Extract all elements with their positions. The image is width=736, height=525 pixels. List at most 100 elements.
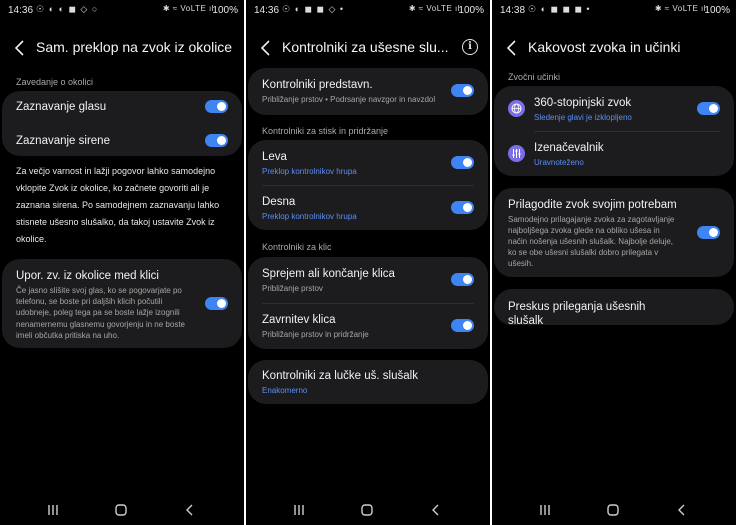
battery-level: 100%	[704, 5, 730, 16]
ambient-during-calls-toggle[interactable]	[205, 297, 228, 310]
back-arrow-icon[interactable]	[504, 38, 520, 58]
back-arrow-icon[interactable]	[258, 38, 274, 58]
adapt-sound-toggle[interactable]	[697, 226, 720, 239]
system-nav-bar	[492, 495, 736, 525]
status-time: 14:36	[8, 5, 34, 16]
home-icon[interactable]	[357, 501, 377, 519]
recent-apps-icon[interactable]	[535, 501, 555, 519]
ambient-during-calls-label: Upor. zv. iz okolice med klici	[16, 270, 159, 282]
media-controls-sub: Približanje prstov • Podrsanje navzgor i…	[262, 95, 436, 104]
app-bar: Sam. preklop na zvok iz okolice	[0, 36, 244, 62]
360-audio-toggle[interactable]	[697, 102, 720, 115]
lighting-controls-card[interactable]: Kontrolniki za lučke uš. slušalk Enakome…	[248, 360, 488, 404]
screen-ambient-sound: 14:36 ☉ ◐ ◐ ◼ ◇ ○ ✱ ≈ VoLTE ıl 100% Sam.…	[0, 0, 244, 525]
lighting-controls-label: Kontrolniki za lučke uš. slušalk	[262, 370, 418, 382]
status-bar: 14:36 ☉ ◐ ◐ ◼ ◇ ○ ✱ ≈ VoLTE ıl 100%	[0, 0, 244, 22]
360-audio-label: 360-stopinjski zvok	[534, 97, 632, 109]
360-audio-sub: Sledenje glavi je izklopljeno	[534, 113, 632, 122]
battery-level: 100%	[212, 5, 238, 16]
equalizer-icon	[508, 145, 525, 162]
adapt-sound-label: Prilagodite zvok svojim potrebam	[508, 199, 677, 211]
detection-card: Zaznavanje glasu Zaznavanje sirene	[2, 91, 242, 156]
section-header: Kontrolniki za klic	[262, 242, 332, 252]
answer-end-call-row[interactable]: Sprejem ali končanje klica Približanje p…	[262, 267, 434, 294]
equalizer-label: Izenačevalnik	[534, 142, 604, 154]
section-header: Kontrolniki za stisk in pridržanje	[262, 126, 389, 136]
recent-apps-icon[interactable]	[289, 501, 309, 519]
status-time: 14:38	[500, 5, 526, 16]
answer-end-call-label: Sprejem ali končanje klica	[262, 268, 395, 280]
siren-detection-toggle[interactable]	[205, 134, 228, 147]
voice-detection-row[interactable]: Zaznavanje glasu	[16, 100, 188, 114]
signal-icons: ✱ ≈ VoLTE ıl	[654, 4, 706, 13]
equalizer-row[interactable]: Izenačevalnik Uravnoteženo	[534, 141, 680, 168]
fit-test-row[interactable]: Preskus prileganja ušesnih slušalk	[508, 300, 680, 328]
ambient-during-calls-row[interactable]: Upor. zv. iz okolice med klici Če jasno …	[16, 269, 188, 341]
status-time: 14:36	[254, 5, 280, 16]
decline-call-toggle[interactable]	[451, 319, 474, 332]
voice-detection-label: Zaznavanje glasu	[16, 101, 107, 113]
decline-call-row[interactable]: Zavrnitev klica Približanje prstov in pr…	[262, 313, 434, 340]
adapt-sound-desc: Samodejno prilagajanje zvoka za zagotavl…	[508, 215, 675, 268]
recent-apps-icon[interactable]	[43, 501, 63, 519]
signal-icons: ✱ ≈ VoLTE ıl	[408, 4, 460, 13]
system-nav-bar	[0, 495, 244, 525]
ambient-during-calls-desc: Če jasno slišite svoj glas, ko se pogova…	[16, 286, 185, 340]
notification-icons: ☉ ◐ ◐ ◼ ◇ ○	[36, 4, 99, 14]
left-earbud-sub: Preklop kontrolnikov hrupa	[262, 167, 357, 176]
home-icon[interactable]	[603, 501, 623, 519]
divider	[534, 131, 720, 132]
decline-call-sub: Približanje prstov in pridržanje	[262, 330, 369, 339]
nav-back-icon[interactable]	[672, 501, 692, 519]
call-controls-card: Sprejem ali končanje klica Približanje p…	[248, 257, 488, 349]
360-audio-row[interactable]: 360-stopinjski zvok Sledenje glavi je iz…	[534, 96, 680, 123]
media-controls-toggle[interactable]	[451, 84, 474, 97]
nav-back-icon[interactable]	[180, 501, 200, 519]
divider	[262, 185, 474, 186]
info-icon[interactable]: i	[462, 39, 478, 55]
screen-earbud-controls: 14:36 ☉ ◐ ◼ ◼ ◇ • ✱ ≈ VoLTE ıl 100% Kont…	[246, 0, 490, 525]
fit-test-label: Preskus prileganja ušesnih slušalk	[508, 301, 646, 327]
lighting-controls-row[interactable]: Kontrolniki za lučke uš. slušalk Enakome…	[262, 369, 434, 396]
home-icon[interactable]	[111, 501, 131, 519]
page-title: Sam. preklop na zvok iz okolice	[36, 39, 233, 55]
app-bar: Kakovost zvoka in učinki	[492, 36, 736, 62]
page-title: Kontrolniki za ušesne slu...	[282, 39, 449, 55]
status-bar: 14:38 ☉ ◐ ◼ ◼ ◼ • ✱ ≈ VoLTE ıl 100%	[492, 0, 736, 22]
answer-end-call-sub: Približanje prstov	[262, 284, 323, 293]
fit-test-card[interactable]: Preskus prileganja ušesnih slušalk	[494, 289, 734, 328]
divider	[262, 303, 474, 304]
right-earbud-sub: Preklop kontrolnikov hrupa	[262, 212, 357, 221]
siren-detection-row[interactable]: Zaznavanje sirene	[16, 134, 188, 148]
media-controls-row[interactable]: Kontrolniki predstavn. Približanje prsto…	[262, 78, 440, 105]
equalizer-sub: Uravnoteženo	[534, 158, 584, 167]
section-header: Zvočni učinki	[508, 72, 561, 82]
calls-card: Upor. zv. iz okolice med klici Če jasno …	[2, 259, 242, 348]
adapt-sound-row[interactable]: Prilagodite zvok svojim potrebam Samodej…	[508, 198, 680, 269]
notification-icons: ☉ ◐ ◼ ◼ ◇ •	[282, 4, 345, 14]
page-title: Kakovost zvoka in učinki	[528, 39, 681, 55]
battery-level: 100%	[458, 5, 484, 16]
press-hold-card: Leva Preklop kontrolnikov hrupa Desna Pr…	[248, 140, 488, 230]
right-earbud-toggle[interactable]	[451, 201, 474, 214]
lighting-controls-sub: Enakomerno	[262, 386, 308, 395]
voice-detection-toggle[interactable]	[205, 100, 228, 113]
360-audio-icon	[508, 100, 525, 117]
left-earbud-label: Leva	[262, 151, 287, 163]
siren-detection-label: Zaznavanje sirene	[16, 135, 110, 147]
back-arrow-icon[interactable]	[12, 38, 28, 58]
nav-back-icon[interactable]	[426, 501, 446, 519]
answer-end-call-toggle[interactable]	[451, 273, 474, 286]
sound-effects-card: 360-stopinjski zvok Sledenje glavi je iz…	[494, 86, 734, 176]
left-earbud-row[interactable]: Leva Preklop kontrolnikov hrupa	[262, 150, 434, 177]
screen-sound-quality: 14:38 ☉ ◐ ◼ ◼ ◼ • ✱ ≈ VoLTE ıl 100% Kako…	[492, 0, 736, 525]
left-earbud-toggle[interactable]	[451, 156, 474, 169]
notification-icons: ☉ ◐ ◼ ◼ ◼ •	[528, 4, 591, 14]
right-earbud-label: Desna	[262, 196, 296, 208]
signal-icons: ✱ ≈ VoLTE ıl	[162, 4, 214, 13]
section-header: Zavedanje o okolici	[16, 77, 94, 87]
media-controls-label: Kontrolniki predstavn.	[262, 79, 373, 91]
description-text: Za večjo varnost in lažji pogovor lahko …	[16, 166, 220, 244]
decline-call-label: Zavrnitev klica	[262, 314, 336, 326]
right-earbud-row[interactable]: Desna Preklop kontrolnikov hrupa	[262, 195, 434, 222]
